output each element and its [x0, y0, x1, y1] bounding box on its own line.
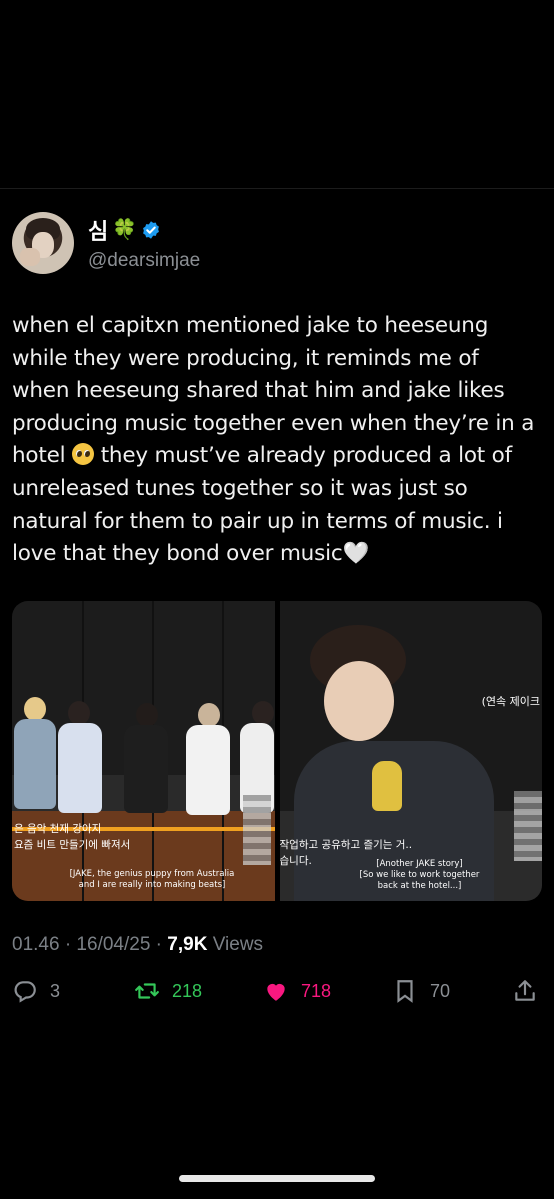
- korean-subtitle: 작업하고 공유하고 즐기는 거..: [279, 839, 413, 851]
- home-indicator[interactable]: [179, 1175, 375, 1182]
- retweet-icon: [135, 983, 159, 999]
- english-subtitle: [JAKE, the genius puppy from Australia a…: [69, 869, 235, 890]
- views-label: Views: [207, 934, 264, 955]
- tweet-line: when heeseung shared that him and jake l…: [12, 378, 505, 404]
- views-count[interactable]: 7,9K: [167, 934, 207, 955]
- korean-subtitle: 습니다.: [279, 855, 312, 867]
- overlay-tag: (연속 제이크: [481, 695, 540, 708]
- tweet-line: hotel they must’ve already produced a lo…: [12, 443, 512, 469]
- media-gallery[interactable]: 은 음악 천재 강아지 요즘 비트 만들기에 빠져서 [JAKE, the ge…: [12, 601, 542, 901]
- blurred-watermark: [242, 795, 271, 865]
- verified-badge-icon: [143, 221, 160, 239]
- tweet-line: while they were producing, it reminds me…: [12, 345, 479, 371]
- reply-icon: [14, 981, 36, 1003]
- share-icon: [515, 980, 535, 1001]
- korean-subtitle: 은 음악 천재 강아지: [14, 823, 102, 835]
- tweet-author[interactable]: 심 🍀 @dearsimjae: [12, 212, 200, 274]
- media-image-left[interactable]: 은 음악 천재 강아지 요즘 비트 만들기에 빠져서 [JAKE, the ge…: [12, 601, 275, 901]
- display-name[interactable]: 심: [88, 214, 108, 246]
- timestamp: 01.46 · 16/04/25 ·: [12, 934, 168, 955]
- korean-subtitle: 요즘 비트 만들기에 빠져서: [14, 839, 131, 851]
- retweet-button[interactable]: 218: [134, 978, 202, 1004]
- tweet-line: unreleased tunes together so it was just…: [12, 475, 468, 501]
- retweet-count: 218: [172, 980, 203, 1001]
- user-handle[interactable]: @dearsimjae: [88, 250, 200, 272]
- reply-button[interactable]: 3: [12, 978, 60, 1004]
- like-button[interactable]: 718: [263, 978, 331, 1004]
- media-image-right[interactable]: (연속 제이크 작업하고 공유하고 즐기는 거.. 습니다. [Another …: [279, 601, 542, 901]
- tweet-line: producing music together even when they’…: [12, 410, 535, 436]
- english-subtitle: [Another JAKE story] [So we like to work…: [359, 859, 480, 891]
- tweet-text: when el capitxn mentioned jake to heeseu…: [12, 310, 548, 571]
- action-bar: 3 218 718 70: [12, 978, 542, 1010]
- like-count: 718: [301, 980, 332, 1001]
- bookmark-button[interactable]: 70: [392, 978, 450, 1004]
- bookmark-count: 70: [430, 980, 451, 1001]
- share-button[interactable]: [512, 978, 538, 1004]
- tweet-line: love that they bond over music🤍: [12, 541, 370, 567]
- blurred-watermark: [514, 791, 542, 861]
- tweet-meta: 01.46 · 16/04/25 · 7,9K Views: [12, 934, 263, 956]
- avatar[interactable]: [12, 212, 74, 274]
- reply-count: 3: [50, 980, 61, 1001]
- top-divider: [0, 188, 554, 189]
- white-heart-icon: 🤍: [342, 541, 370, 567]
- tweet-line: when el capitxn mentioned jake to heeseu…: [12, 313, 489, 338]
- bookmark-icon: [397, 980, 413, 1003]
- heart-icon: [267, 983, 285, 1001]
- tweet-line: natural for them to pair up in terms of …: [12, 508, 503, 534]
- pleading-face-icon: [72, 443, 95, 466]
- clover-icon: 🍀: [112, 219, 138, 241]
